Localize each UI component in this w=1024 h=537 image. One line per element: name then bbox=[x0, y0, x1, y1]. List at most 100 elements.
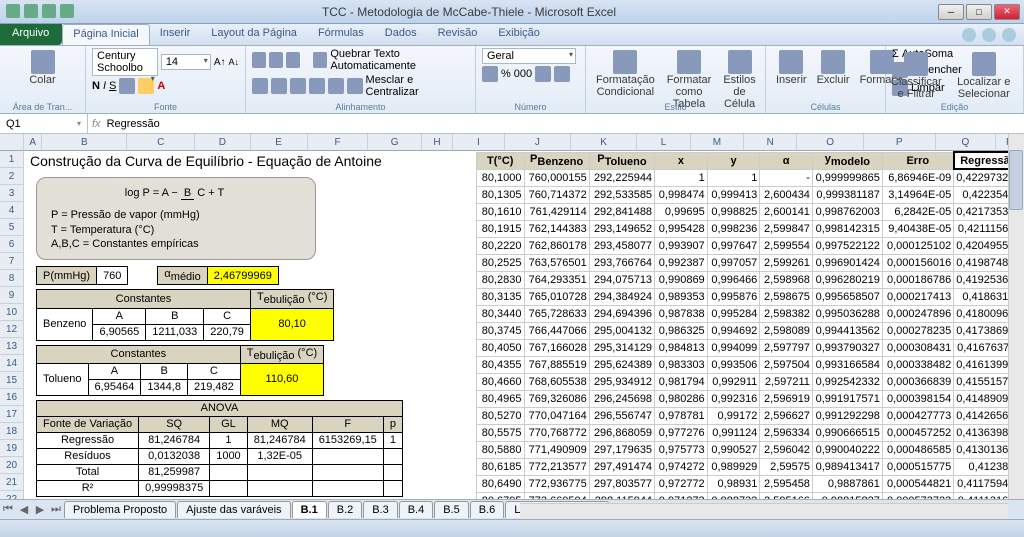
data-cell[interactable]: 2,597211 bbox=[760, 373, 813, 390]
row-header[interactable]: 10 bbox=[0, 304, 24, 321]
tab-view[interactable]: Exibição bbox=[488, 24, 551, 45]
data-cell[interactable]: - bbox=[760, 169, 813, 186]
sheet-tab[interactable]: B.5 bbox=[434, 501, 469, 518]
data-cell[interactable]: 80,2220 bbox=[477, 237, 525, 254]
data-cell[interactable]: 760,000155 bbox=[524, 169, 589, 186]
name-box[interactable]: Q1 bbox=[0, 114, 88, 133]
data-cell[interactable]: 1 bbox=[655, 169, 708, 186]
tab-nav-last[interactable]: ⏭ bbox=[48, 503, 64, 516]
underline-button[interactable]: S bbox=[109, 80, 116, 92]
pressure-value[interactable]: 760 bbox=[97, 267, 128, 285]
data-cell[interactable]: 80,4660 bbox=[477, 373, 525, 390]
align-right-icon[interactable] bbox=[290, 78, 306, 94]
data-cell[interactable]: 0,000398154 bbox=[882, 390, 953, 407]
data-cell[interactable]: 2,600141 bbox=[760, 203, 813, 220]
col-header[interactable]: N bbox=[744, 134, 797, 151]
data-cell[interactable]: 0,992542332 bbox=[812, 373, 882, 390]
data-cell[interactable]: 2,600434 bbox=[760, 186, 813, 203]
data-cell[interactable]: 0,000156016 bbox=[882, 254, 953, 271]
sort-filter-button[interactable]: Classificar e Filtrar bbox=[886, 50, 947, 102]
data-cell[interactable]: 0,000308431 bbox=[882, 339, 953, 356]
align-bottom-icon[interactable] bbox=[286, 52, 300, 68]
data-cell[interactable]: 6,86946E-09 bbox=[882, 169, 953, 186]
ribbon-min-icon[interactable] bbox=[982, 28, 996, 42]
merge-button[interactable]: Mesclar e Centralizar bbox=[366, 74, 469, 98]
data-cell[interactable]: 80,6795 bbox=[477, 492, 525, 499]
data-cell[interactable]: 0,989929 bbox=[707, 458, 760, 475]
data-cell[interactable]: 0,997647 bbox=[707, 237, 760, 254]
data-cell[interactable]: 0,994413562 bbox=[812, 322, 882, 339]
insert-cells-button[interactable]: Inserir bbox=[772, 48, 811, 88]
data-cell[interactable]: 2,595458 bbox=[760, 475, 813, 492]
percent-icon[interactable]: % bbox=[501, 68, 511, 80]
align-middle-icon[interactable] bbox=[269, 52, 283, 68]
row-header[interactable]: 22 bbox=[0, 491, 24, 499]
data-cell[interactable]: 0,000544821 bbox=[882, 475, 953, 492]
data-cell[interactable]: 0,997522122 bbox=[812, 237, 882, 254]
data-header[interactable]: x bbox=[655, 152, 708, 169]
font-name-dropdown[interactable]: Century Schoolbo bbox=[92, 48, 158, 76]
data-cell[interactable]: 0,975773 bbox=[655, 441, 708, 458]
maximize-button[interactable]: □ bbox=[966, 4, 992, 20]
row-header[interactable]: 14 bbox=[0, 355, 24, 372]
currency-icon[interactable] bbox=[482, 66, 498, 82]
data-cell[interactable]: 80,6185 bbox=[477, 458, 525, 475]
sheet-tab[interactable]: B.2 bbox=[328, 501, 363, 518]
data-cell[interactable]: 0,000457252 bbox=[882, 424, 953, 441]
col-header[interactable]: C bbox=[127, 134, 195, 151]
sheet-tab[interactable]: B.4 bbox=[399, 501, 434, 518]
data-cell[interactable]: 2,599261 bbox=[760, 254, 813, 271]
data-cell[interactable]: 2,598382 bbox=[760, 305, 813, 322]
data-cell[interactable]: 2,598089 bbox=[760, 322, 813, 339]
data-cell[interactable]: 80,3440 bbox=[477, 305, 525, 322]
redo-icon[interactable] bbox=[60, 4, 74, 18]
col-header[interactable]: F bbox=[308, 134, 369, 151]
data-cell[interactable]: 2,59575 bbox=[760, 458, 813, 475]
data-cell[interactable]: 0,995876 bbox=[707, 288, 760, 305]
data-cell[interactable]: 0,971273 bbox=[655, 492, 708, 499]
sheet-tab[interactable]: B.6 bbox=[470, 501, 505, 518]
data-cell[interactable]: 2,598968 bbox=[760, 271, 813, 288]
data-header[interactable]: T(°C) bbox=[477, 152, 525, 169]
row-header[interactable]: 20 bbox=[0, 457, 24, 474]
data-cell[interactable]: 298,115944 bbox=[589, 492, 654, 499]
vertical-scrollbar[interactable] bbox=[1008, 134, 1024, 499]
data-cell[interactable]: 3,14964E-05 bbox=[882, 186, 953, 203]
find-select-button[interactable]: Localizar e Selecionar bbox=[949, 50, 1019, 102]
tab-nav-prev[interactable]: ◀ bbox=[16, 503, 32, 516]
data-cell[interactable]: 0,9887861 bbox=[812, 475, 882, 492]
data-cell[interactable]: 0,993166584 bbox=[812, 356, 882, 373]
data-cell[interactable]: 292,225944 bbox=[589, 169, 654, 186]
select-all-corner[interactable] bbox=[0, 134, 24, 151]
data-cell[interactable]: 762,144383 bbox=[524, 220, 589, 237]
tab-home[interactable]: Página Inicial bbox=[62, 24, 149, 45]
indent-dec-icon[interactable] bbox=[309, 78, 325, 94]
data-cell[interactable]: 0,99695 bbox=[655, 203, 708, 220]
row-header[interactable]: 13 bbox=[0, 338, 24, 355]
data-cell[interactable]: 80,1610 bbox=[477, 203, 525, 220]
data-cell[interactable]: 2,596919 bbox=[760, 390, 813, 407]
data-cell[interactable]: 0,000573723 bbox=[882, 492, 953, 499]
data-cell[interactable]: 0,993506 bbox=[707, 356, 760, 373]
data-cell[interactable]: 0,981794 bbox=[655, 373, 708, 390]
window-btn-icon[interactable] bbox=[1002, 28, 1016, 42]
data-cell[interactable]: 295,934912 bbox=[589, 373, 654, 390]
data-cell[interactable]: 0,995428 bbox=[655, 220, 708, 237]
data-cell[interactable]: 0,994099 bbox=[707, 339, 760, 356]
col-header[interactable]: Q bbox=[936, 134, 997, 151]
tab-file[interactable]: Arquivo bbox=[0, 24, 62, 45]
data-cell[interactable]: 0,000278235 bbox=[882, 322, 953, 339]
data-cell[interactable]: 0,978781 bbox=[655, 407, 708, 424]
save-icon[interactable] bbox=[24, 4, 38, 18]
row-header[interactable]: 7 bbox=[0, 253, 24, 270]
data-cell[interactable]: 0,98815827 bbox=[812, 492, 882, 499]
data-cell[interactable]: 0,994692 bbox=[707, 322, 760, 339]
col-header[interactable]: P bbox=[864, 134, 936, 151]
col-header[interactable]: E bbox=[251, 134, 308, 151]
data-cell[interactable]: 763,576501 bbox=[524, 254, 589, 271]
data-cell[interactable]: 772,213577 bbox=[524, 458, 589, 475]
data-cell[interactable]: 760,714372 bbox=[524, 186, 589, 203]
data-header[interactable]: ymodelo bbox=[812, 152, 882, 169]
help-icon[interactable] bbox=[962, 28, 976, 42]
col-header[interactable]: M bbox=[691, 134, 744, 151]
